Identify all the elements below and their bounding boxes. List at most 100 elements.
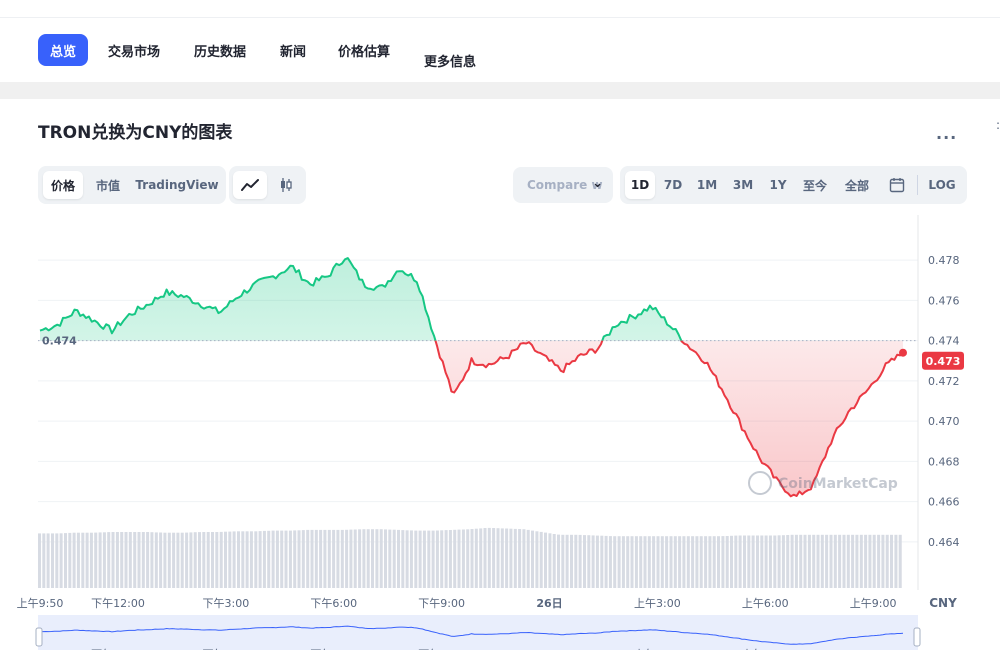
tab-price[interactable]: 价格	[43, 171, 83, 199]
volume-bar	[405, 530, 409, 588]
volume-bar	[262, 530, 266, 588]
volume-bar	[249, 531, 253, 588]
nav-tab-historical-data[interactable]: 历史数据	[194, 34, 246, 66]
volume-bar	[336, 529, 340, 588]
edge-marker: :	[996, 118, 1000, 132]
navigator-right-handle[interactable]	[913, 627, 921, 647]
nav-tab-markets[interactable]: 交易市场	[108, 34, 160, 66]
range-ytd[interactable]: 至今	[796, 171, 834, 199]
volume-bar	[418, 530, 422, 588]
volume-bar	[141, 532, 145, 588]
volume-bar	[565, 534, 569, 588]
volume-bar	[349, 529, 353, 588]
volume-bar	[851, 534, 855, 588]
volume-bar	[401, 530, 405, 588]
volume-bar	[479, 528, 483, 588]
volume-bar	[600, 535, 604, 588]
volume-bar	[846, 534, 850, 588]
currency-label: CNY	[929, 596, 957, 610]
volume-bar	[224, 531, 228, 588]
volume-bar	[872, 534, 876, 588]
volume-bar	[604, 535, 608, 588]
volume-bar	[64, 533, 68, 588]
navigator-left-handle[interactable]	[35, 627, 43, 647]
y-tick-label: 0.472	[928, 375, 960, 388]
volume-bar	[206, 532, 210, 588]
x-tick-label: 下午9:00	[418, 597, 465, 610]
line-chart-icon[interactable]	[233, 171, 267, 199]
volume-bar	[522, 529, 526, 588]
volume-bar	[734, 535, 738, 588]
range-7d[interactable]: 7D	[658, 171, 688, 199]
volume-bar	[448, 530, 452, 588]
reference-price-label: 0.474	[42, 335, 77, 348]
volume-bar	[807, 534, 811, 588]
volume-bar	[812, 534, 816, 588]
y-tick-label: 0.470	[928, 415, 960, 428]
coinmarketcap-logo-icon	[748, 471, 772, 495]
range-1d[interactable]: 1D	[625, 171, 655, 199]
navigator-track	[38, 615, 918, 650]
y-tick-label: 0.464	[928, 536, 960, 549]
nav-tab-news[interactable]: 新闻	[280, 34, 306, 66]
nav-tab-more-info[interactable]: 更多信息	[424, 44, 476, 76]
volume-bar	[552, 534, 556, 588]
volume-bar	[829, 534, 833, 588]
volume-bar	[526, 529, 530, 588]
volume-bar	[695, 536, 699, 588]
x-axis-ticks: 上午9:50 下午12:00 下午3:00 下午6:00 下午9:00 26日 上午3:00…	[17, 597, 897, 610]
volume-bar	[686, 536, 690, 588]
chevron-down-icon: ⌄	[592, 176, 603, 191]
range-all[interactable]: 全部	[838, 171, 876, 199]
volume-bar	[838, 534, 842, 588]
volume-bar	[794, 534, 798, 588]
volume-bar	[535, 531, 539, 588]
volume-bar	[868, 534, 872, 588]
volume-bar	[643, 536, 647, 588]
top-strip	[0, 0, 1000, 18]
volume-bar	[219, 531, 223, 588]
volume-bar	[608, 536, 612, 588]
volume-bar	[115, 532, 119, 588]
volume-bar	[786, 535, 790, 588]
calendar-icon[interactable]	[882, 171, 912, 199]
candlestick-icon[interactable]	[269, 171, 303, 199]
nav-tab-price-estimate[interactable]: 价格估算	[338, 34, 390, 66]
more-options-icon[interactable]: ...	[936, 124, 957, 143]
volume-bar	[94, 532, 98, 588]
volume-bar	[189, 532, 193, 588]
volume-bar	[409, 530, 413, 588]
volume-bar	[461, 529, 465, 588]
x-tick-label: 下午3:00	[203, 597, 250, 610]
log-scale-toggle[interactable]: LOG	[923, 171, 961, 199]
volume-bar	[492, 528, 496, 588]
volume-bar	[358, 529, 362, 588]
volume-bar	[375, 529, 379, 588]
volume-bar	[855, 534, 859, 588]
range-3m[interactable]: 3M	[728, 171, 758, 199]
volume-bar	[414, 530, 418, 588]
volume-bar	[323, 529, 327, 588]
volume-bar	[708, 536, 712, 588]
volume-bar	[453, 529, 457, 588]
range-navigator[interactable]: 下午12:00下午3:00下午6:00下午9:00上午3:00上午6:00	[35, 615, 921, 650]
volume-bar	[422, 530, 426, 588]
range-divider	[917, 175, 918, 195]
volume-bar	[803, 534, 807, 588]
volume-bar	[751, 535, 755, 588]
volume-bar	[881, 534, 885, 588]
x-tick-label: 26日	[536, 597, 562, 610]
nav-tab-overview[interactable]: 总览	[38, 34, 89, 66]
tab-tradingview[interactable]: TradingView	[134, 171, 220, 199]
volume-bar	[124, 532, 128, 588]
volume-bar	[51, 533, 55, 588]
volume-bar	[825, 534, 829, 588]
range-1m[interactable]: 1M	[692, 171, 722, 199]
range-1y[interactable]: 1Y	[763, 171, 793, 199]
volume-bar	[38, 533, 42, 588]
compare-dropdown[interactable]: Compare w ⌄	[513, 167, 613, 203]
volume-bar	[859, 534, 863, 588]
volume-bar	[500, 528, 504, 588]
price-chart[interactable]: 0.474 0.478 0.476 0.474 0.472 0.470 0.468 0.46…	[0, 210, 1000, 650]
tab-market-cap[interactable]: 市值	[88, 171, 128, 199]
